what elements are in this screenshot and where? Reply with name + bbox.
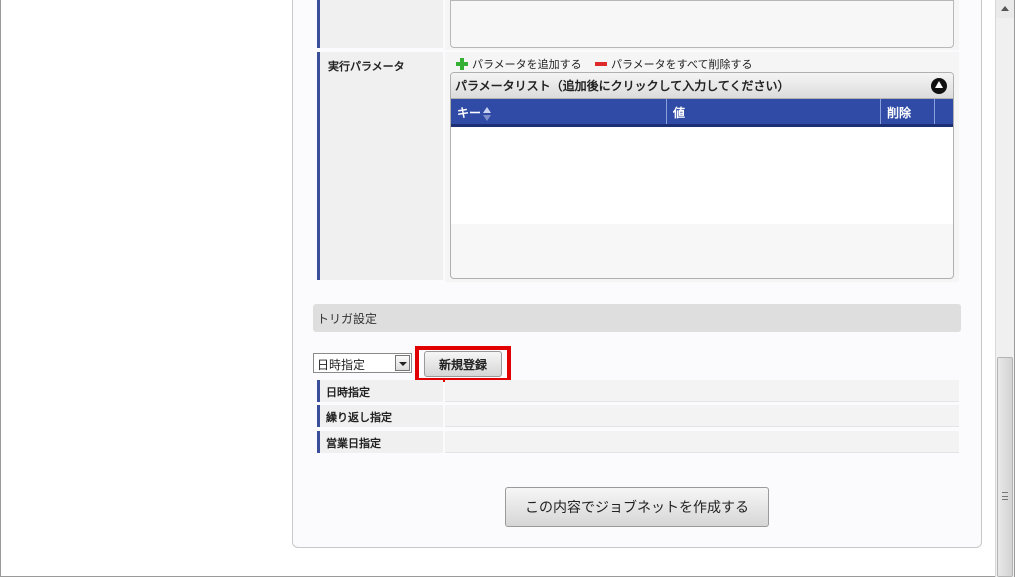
column-header-spacer bbox=[935, 99, 953, 124]
trigger-row-datetime-value bbox=[445, 380, 959, 402]
column-delete-label: 削除 bbox=[887, 106, 912, 120]
trigger-row-datetime-label: 日時指定 bbox=[326, 386, 370, 399]
column-header-key[interactable]: キー bbox=[451, 99, 667, 124]
scroll-up-icon[interactable] bbox=[996, 0, 1014, 18]
column-value-label: 値 bbox=[673, 106, 686, 120]
column-header-value[interactable]: 値 bbox=[667, 99, 881, 124]
collapse-icon[interactable] bbox=[931, 78, 947, 94]
remove-all-params-link[interactable]: パラメータをすべて削除する bbox=[595, 56, 752, 72]
exec-params-label: 実行パラメータ bbox=[317, 52, 443, 280]
add-param-label: パラメータを追加する bbox=[472, 58, 582, 71]
column-header-delete[interactable]: 削除 bbox=[881, 99, 935, 124]
create-jobnet-button[interactable]: この内容でジョブネットを作成する bbox=[505, 487, 769, 527]
param-grid-header: キー 値 削除 bbox=[451, 99, 953, 127]
previous-textarea[interactable] bbox=[450, 0, 954, 48]
trigger-row-business-day-value bbox=[445, 431, 959, 453]
param-grid-body bbox=[451, 127, 953, 224]
param-grid-caption-text: パラメータリスト（追加後にクリックして入力してください） bbox=[455, 79, 790, 93]
vertical-scrollbar[interactable] bbox=[995, 0, 1014, 577]
trigger-row-business-day-label: 営業日指定 bbox=[326, 437, 381, 450]
grip-icon bbox=[1002, 492, 1008, 500]
trigger-section-header: トリガ設定 bbox=[313, 304, 961, 332]
previous-row-label bbox=[317, 0, 443, 48]
param-grid-caption: パラメータリスト（追加後にクリックして入力してください） bbox=[451, 73, 953, 99]
scroll-thumb[interactable] bbox=[997, 357, 1013, 577]
trigger-row-business-day: 営業日指定 bbox=[317, 431, 443, 453]
sort-icon[interactable] bbox=[483, 106, 492, 121]
new-register-button[interactable]: 新規登録 bbox=[424, 351, 502, 377]
add-param-link[interactable]: パラメータを追加する bbox=[456, 56, 582, 72]
param-grid: パラメータリスト（追加後にクリックして入力してください） キー 値 削除 bbox=[450, 72, 954, 279]
trigger-type-select[interactable]: 日時指定 bbox=[313, 353, 412, 373]
trigger-type-value: 日時指定 bbox=[317, 358, 366, 372]
chevron-down-icon[interactable] bbox=[395, 355, 410, 371]
exec-params-label-text: 実行パラメータ bbox=[328, 60, 405, 73]
remove-all-params-label: パラメータをすべて削除する bbox=[611, 58, 753, 71]
column-key-label: キー bbox=[457, 106, 482, 120]
trigger-row-repeat-value bbox=[445, 405, 959, 427]
plus-icon bbox=[456, 58, 468, 70]
trigger-row-repeat-label: 繰り返し指定 bbox=[326, 411, 392, 424]
minus-icon bbox=[595, 62, 607, 66]
trigger-section-title: トリガ設定 bbox=[317, 312, 378, 326]
trigger-row-repeat: 繰り返し指定 bbox=[317, 405, 443, 427]
trigger-row-datetime: 日時指定 bbox=[317, 380, 443, 402]
